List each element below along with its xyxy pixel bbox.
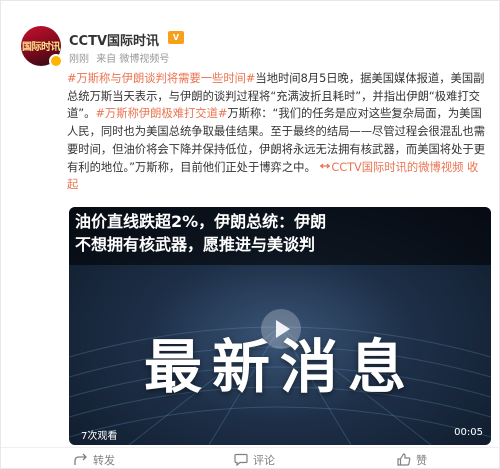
- video-duration: 00:05: [454, 427, 483, 438]
- post-time[interactable]: 刚刚: [69, 54, 89, 65]
- play-button-icon[interactable]: [261, 309, 301, 349]
- comment-icon: [234, 453, 248, 467]
- post-meta: 刚刚 来自 微博视频号: [69, 50, 173, 65]
- video-banner-text: 最新消息: [143, 333, 416, 401]
- like-button[interactable]: 赞: [397, 453, 427, 467]
- like-icon: [397, 453, 411, 466]
- link-icon: [319, 161, 331, 174]
- verified-badge-icon: [49, 54, 63, 68]
- video-view-count: 7次观看: [81, 431, 118, 442]
- video-headline-line-2: 不想拥有核武器，愿推进与美谈判: [75, 235, 316, 254]
- weibo-post-card: 国际时讯 CCTV国际时讯 V 刚刚 来自 微博视频号 #万斯称与伊朗谈判将需要…: [0, 0, 500, 469]
- hashtag-vance-iran-difficult[interactable]: #万斯称伊朗极难打交道#: [95, 107, 227, 120]
- account-name[interactable]: CCTV国际时讯: [69, 30, 159, 49]
- video-player[interactable]: 最新消息 油价直线跌超2%，伊朗总统：伊朗 不想拥有核武器，愿推进与美谈判 7次…: [69, 207, 491, 445]
- post-source: 来自 微博视频号: [96, 54, 170, 65]
- like-label: 赞: [416, 454, 427, 467]
- post-header: 国际时讯 CCTV国际时讯 V 刚刚 来自 微博视频号: [21, 26, 481, 70]
- repost-button[interactable]: 转发: [74, 453, 115, 467]
- hashtag-vance-negotiation[interactable]: #万斯称与伊朗谈判将需要一些时间#: [67, 72, 255, 85]
- post-text: #万斯称与伊朗谈判将需要一些时间#当地时间8月5日晚，据美国媒体报道，美国副总统…: [67, 70, 485, 194]
- comment-button[interactable]: 评论: [234, 453, 275, 467]
- repost-label: 转发: [93, 454, 115, 467]
- video-headline: 油价直线跌超2%，伊朗总统：伊朗 不想拥有核武器，愿推进与美谈判: [69, 207, 491, 265]
- avatar-logo-text: 国际时讯: [22, 42, 61, 53]
- repost-icon: [74, 453, 87, 465]
- video-headline-line-1: 油价直线跌超2%，伊朗总统：伊朗: [75, 212, 327, 231]
- video-source-link[interactable]: CCTV国际时讯的微博视频: [331, 161, 463, 174]
- vip-icon: V: [168, 31, 184, 44]
- comment-label: 评论: [253, 454, 275, 467]
- action-bar: 转发 评论 赞: [1, 447, 500, 469]
